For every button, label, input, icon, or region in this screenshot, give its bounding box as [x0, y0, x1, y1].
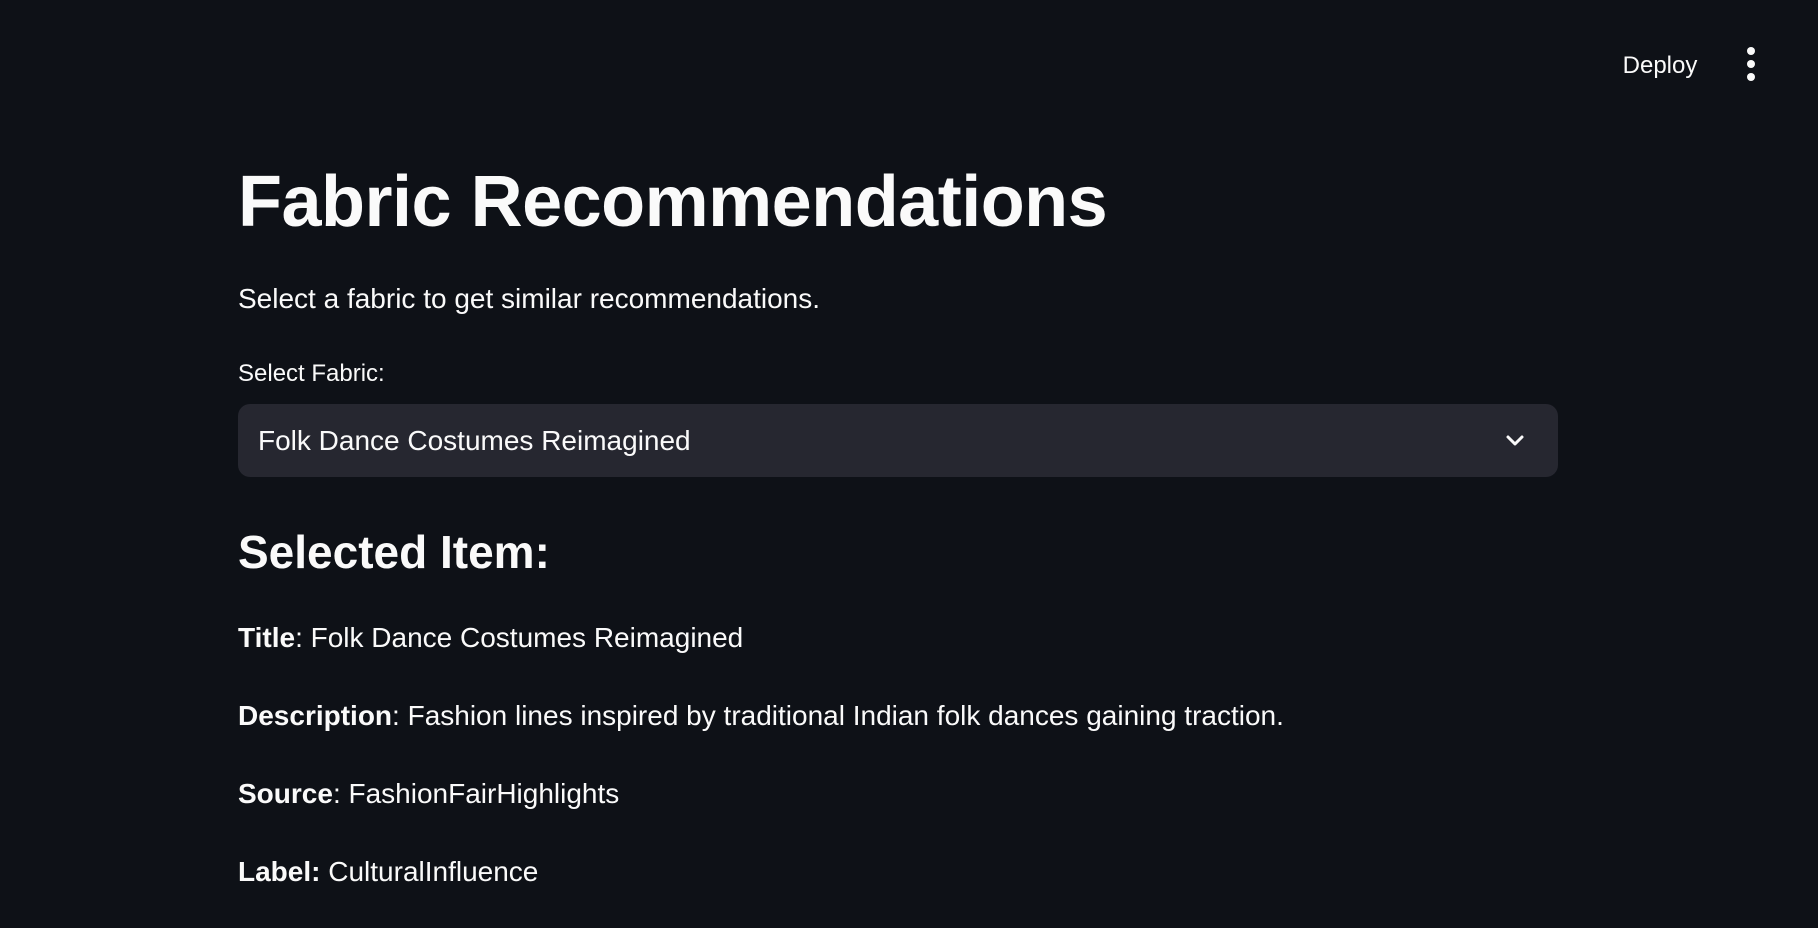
detail-label-key: Label: [238, 856, 321, 887]
vertical-ellipsis-icon [1747, 47, 1755, 81]
fabric-select[interactable]: Folk Dance Costumes Reimagined [238, 404, 1558, 477]
chevron-down-icon [1506, 435, 1524, 446]
main-menu-button[interactable] [1734, 44, 1768, 84]
app-root: Deploy Fabric Recommendations Select a f… [0, 0, 1818, 928]
detail-source-key: Source [238, 778, 333, 809]
main-content: Fabric Recommendations Select a fabric t… [238, 0, 1558, 928]
detail-title-row: Title: Folk Dance Costumes Reimagined [238, 618, 743, 658]
fabric-select-value: Folk Dance Costumes Reimagined [258, 425, 691, 456]
detail-label-value: CulturalInfluence [320, 856, 539, 887]
detail-label-row: Label: CulturalInfluence [238, 852, 538, 892]
page-subtitle: Select a fabric to get similar recommend… [238, 283, 821, 314]
detail-description-row: Description: Fashion lines inspired by t… [238, 696, 1284, 736]
select-fabric-label: Select Fabric: [238, 360, 385, 387]
detail-title-value: : Folk Dance Costumes Reimagined [295, 622, 744, 653]
detail-description-key: Description [238, 700, 393, 731]
deploy-button[interactable]: Deploy [1612, 46, 1708, 86]
detail-title-key: Title [238, 622, 296, 653]
detail-description-value: : Fashion lines inspired by traditional … [392, 700, 1284, 731]
page-title: Fabric Recommendations [238, 162, 1108, 242]
detail-source-value: : FashionFairHighlights [332, 778, 620, 809]
detail-source-row: Source: FashionFairHighlights [238, 774, 619, 814]
selected-item-heading: Selected Item: [238, 526, 550, 578]
